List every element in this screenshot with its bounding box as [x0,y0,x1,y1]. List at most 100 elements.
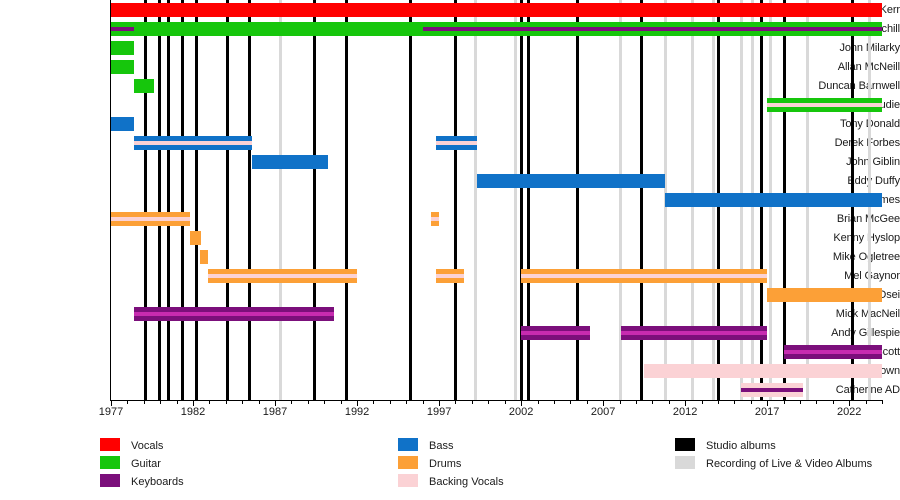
studio-album-gridline [344,0,348,400]
legend-label: Keyboards [131,476,184,488]
x-axis-tick [537,400,539,404]
studio-album-gridline [408,0,412,400]
x-axis-tick [225,400,227,404]
x-axis-tick-label: 1977 [98,406,124,418]
legend-item: Studio albums [675,436,872,454]
member-role-stripe [783,350,882,355]
legend-label: Backing Vocals [429,476,504,488]
member-role-stripe [430,217,440,222]
studio-album-gridline [247,0,251,400]
legend-item: Backing Vocals [398,472,504,490]
x-axis-tick [258,400,260,404]
x-axis-tick-label: 2002 [508,406,534,418]
x-axis-tick [143,400,145,404]
x-axis-tick [652,400,654,404]
studio-album-gridline [454,0,458,400]
legend-swatch-icon [398,456,418,469]
x-axis-tick-label: 2007 [590,406,616,418]
member-role-bar [644,364,882,379]
chart-legend: Vocals Guitar Keyboards Bass Drums Backing Vo… [0,432,900,500]
x-axis-tick [242,400,244,404]
timeline-plot-area [111,0,882,400]
member-role-stripe [521,331,590,336]
live-album-gridline [278,0,282,400]
x-axis-tick [586,400,588,404]
studio-album-gridline [226,0,230,400]
member-role-stripe [207,274,358,279]
x-axis-tick [307,400,309,404]
legend-swatch-icon [100,456,120,469]
legend-label: Studio albums [706,440,776,452]
x-axis-tick-label: 1987 [262,406,288,418]
legend-item: Guitar [100,454,184,472]
legend-swatch-icon [675,438,695,451]
member-role-bar [476,173,666,188]
x-axis-tick [882,400,883,404]
legend-item: Keyboards [100,472,184,490]
x-axis-tick-label: 1992 [344,406,370,418]
studio-album-gridline [180,0,184,400]
x-axis-tick [783,400,785,404]
member-role-stripe [111,217,190,222]
member-role-stripe [133,140,253,145]
legend-item: Bass [398,436,504,454]
member-role-bar [111,2,882,17]
legend-swatch-icon [100,438,120,451]
member-role-stripe [621,331,768,336]
legend-swatch-icon [398,474,418,487]
legend-column: Bass Drums Backing Vocals [398,436,504,490]
x-axis-tick [324,400,326,404]
x-axis-tick [209,400,211,404]
x-axis-tick [373,400,375,404]
live-album-gridline [513,0,517,400]
member-role-stripe [767,102,882,107]
legend-column: Vocals Guitar Keyboards [100,436,184,490]
x-axis-tick [176,400,178,404]
member-role-bar [111,40,134,55]
x-axis-tick [816,400,818,404]
x-axis-tick [619,400,621,404]
x-axis-tick [422,400,424,404]
x-axis-tick [488,400,490,404]
studio-album-gridline [195,0,199,400]
member-role-stripe [435,140,477,145]
x-axis-tick [750,400,752,404]
member-role-stripe [133,312,335,317]
member-role-stripe [422,26,882,31]
member-role-bar [199,250,208,265]
member-role-bar [133,78,154,93]
member-role-bar [189,231,202,246]
x-axis-tick [734,400,736,404]
x-axis-tick [127,400,129,404]
legend-label: Vocals [131,440,164,452]
x-axis-tick [635,400,637,404]
x-axis-tick [471,400,473,404]
timeline-chart: Jim KerrCharlie BurchillJohn MilarkyAlla… [0,0,900,430]
x-axis-tick [668,400,670,404]
live-album-gridline [474,0,478,400]
member-role-bar [252,154,328,169]
x-axis-tick [406,400,408,404]
legend-column: Studio albums Recording of Live & Video A… [675,436,872,472]
studio-album-gridline [313,0,317,400]
studio-album-gridline [157,0,161,400]
legend-item: Vocals [100,436,184,454]
x-axis-tick [570,400,572,404]
x-axis-tick [799,400,801,404]
member-role-stripe [435,274,464,279]
legend-label: Drums [429,458,462,470]
member-role-bar [111,116,134,131]
x-axis-tick [389,400,391,404]
studio-album-gridline [167,0,171,400]
x-axis-tick [291,400,293,404]
legend-swatch-icon [100,474,120,487]
band-member-timeline-page: Jim KerrCharlie BurchillJohn MilarkyAlla… [0,0,900,500]
legend-item: Recording of Live & Video Albums [675,454,872,472]
x-axis-tick-label: 1997 [426,406,452,418]
x-axis-tick [865,400,867,404]
legend-swatch-icon [675,456,695,469]
legend-label: Guitar [131,458,161,470]
x-axis-tick [717,400,719,404]
x-axis-tick [553,400,555,404]
x-axis-tick [832,400,834,404]
